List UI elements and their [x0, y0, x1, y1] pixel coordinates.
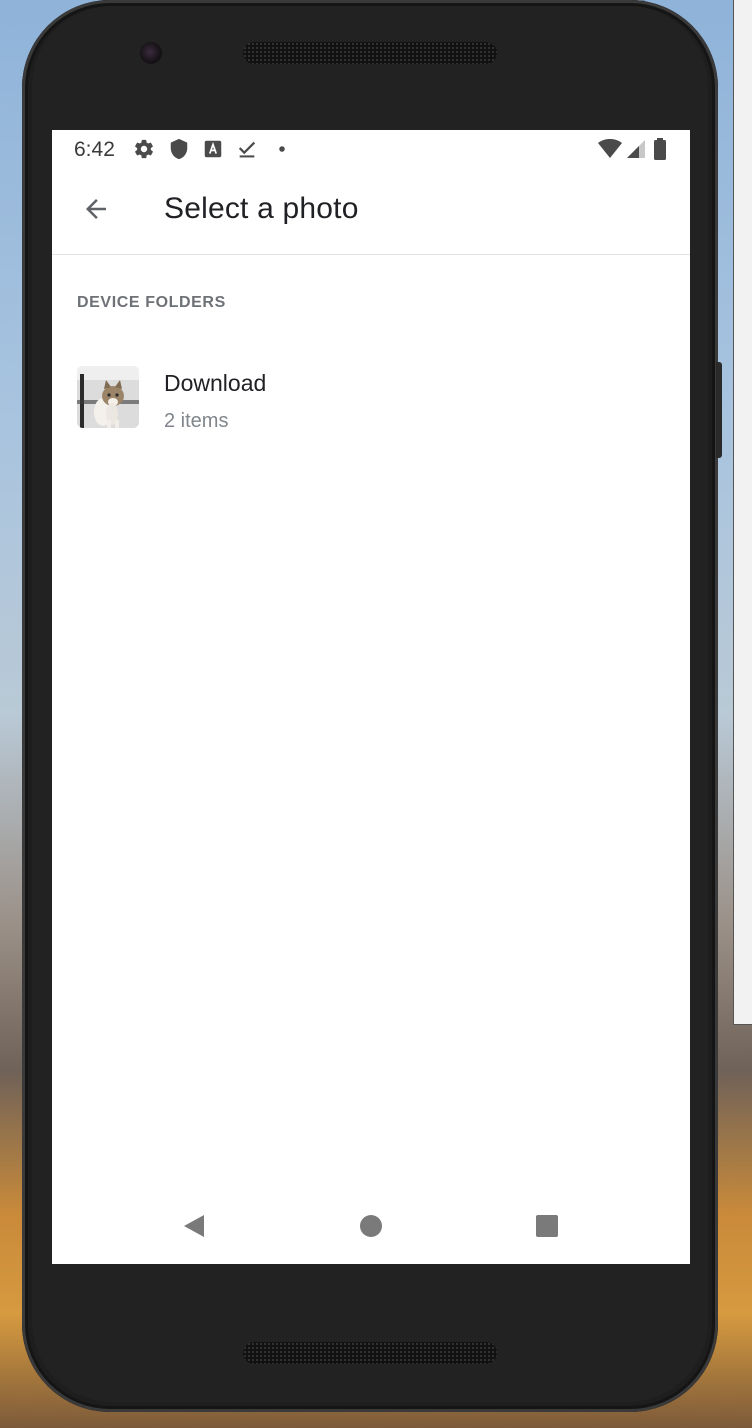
nav-recents-button[interactable]: [523, 1204, 571, 1252]
signal-icon: [625, 138, 647, 160]
folder-thumbnail: [77, 366, 139, 428]
nav-home-button[interactable]: [347, 1204, 395, 1252]
back-triangle-icon: [181, 1213, 207, 1244]
battery-icon: [652, 138, 668, 160]
folder-name: Download: [164, 370, 267, 396]
power-button[interactable]: [716, 362, 722, 458]
bottom-speaker: [243, 1342, 497, 1364]
wifi-icon: [597, 138, 623, 160]
shield-icon: [168, 138, 190, 160]
phone-screen: 6:42 Select a photo DEVICE FOLDERS Downl…: [52, 130, 690, 1264]
page-title: Select a photo: [164, 192, 359, 225]
home-circle-icon: [359, 1214, 383, 1243]
status-time: 6:42: [74, 138, 115, 161]
a-box-icon: [202, 138, 224, 160]
earpiece-speaker: [243, 42, 497, 64]
status-bar: 6:42: [52, 130, 690, 168]
navigation-bar: [52, 1190, 690, 1264]
gear-icon: [133, 138, 155, 160]
nav-back-button[interactable]: [170, 1204, 218, 1252]
recents-square-icon: [535, 1214, 559, 1243]
check-download-icon: [236, 138, 258, 160]
folder-item-count: 2 items: [164, 410, 229, 432]
background-window-edge: [733, 0, 752, 1025]
section-header-device-folders: DEVICE FOLDERS: [77, 294, 226, 311]
folder-item-download[interactable]: Download 2 items: [52, 356, 690, 440]
front-camera: [140, 42, 162, 64]
app-bar: Select a photo: [52, 168, 690, 255]
back-button[interactable]: [74, 189, 118, 233]
dot-icon: [271, 138, 293, 160]
arrow-back-icon: [81, 194, 111, 229]
